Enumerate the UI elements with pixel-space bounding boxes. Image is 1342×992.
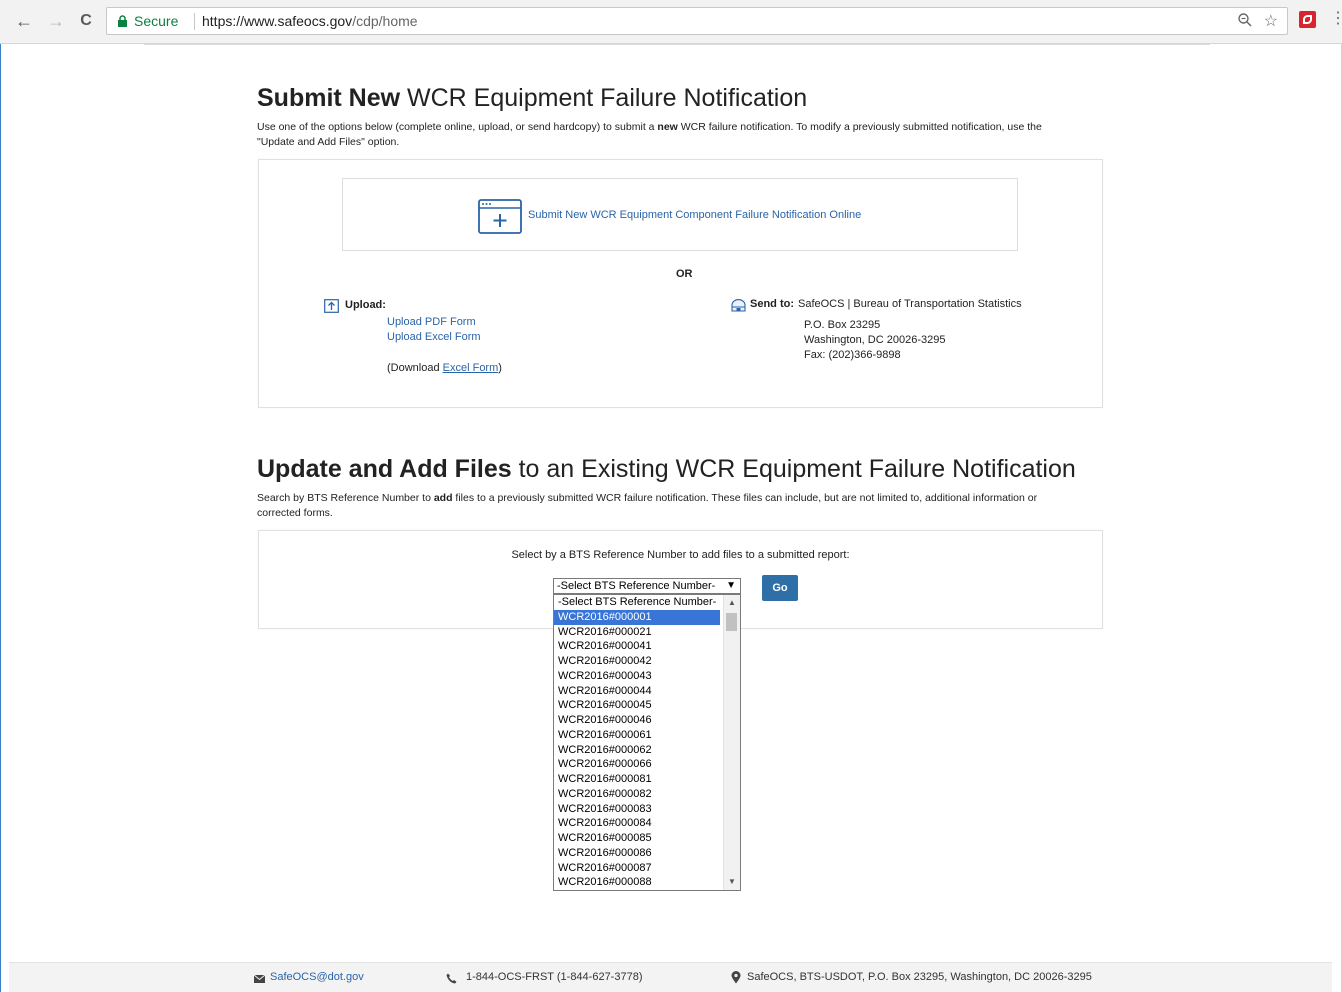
submit-desc-text: Use one of the options below (complete o… (257, 121, 658, 133)
bookmark-star-icon[interactable]: ☆ (1264, 11, 1278, 31)
submit-online-link[interactable]: Submit New WCR Equipment Component Failu… (528, 209, 861, 221)
bts-reference-select[interactable]: -Select BTS Reference Number- ▼ (553, 578, 741, 594)
dropdown-option[interactable]: WCR2016#000083 (554, 802, 720, 817)
submit-title-rest: WCR Equipment Failure Notification (400, 84, 808, 112)
update-desc-text: Search by BTS Reference Number to (257, 492, 434, 504)
dropdown-option[interactable]: WCR2016#000088 (554, 875, 720, 890)
select-prompt: Select by a BTS Reference Number to add … (511, 549, 850, 561)
dropdown-option[interactable]: WCR2016#000081 (554, 772, 720, 787)
select-current-value: -Select BTS Reference Number- (557, 580, 716, 592)
update-section-title: Update and Add Files to an Existing WCR … (257, 455, 1076, 484)
upload-icon (324, 299, 339, 313)
secure-label: Secure (134, 13, 179, 29)
bts-reference-dropdown-list[interactable]: -Select BTS Reference Number- WCR2016#000… (553, 594, 741, 891)
footer-email: SafeOCS@dot.gov (270, 971, 364, 983)
submit-title-bold: Submit New (257, 84, 401, 112)
top-divider (144, 44, 1210, 45)
address-bar[interactable]: Secure https://www.safeocs.gov/cdp/home … (106, 7, 1288, 35)
dropdown-option[interactable]: WCR2016#000087 (554, 861, 720, 876)
or-separator: OR (676, 268, 693, 280)
url-path: /cdp/home (352, 13, 418, 29)
scroll-down-icon[interactable]: ▼ (724, 874, 740, 890)
download-note: (Download Excel Form) (387, 362, 502, 374)
footer-address: SafeOCS, BTS-USDOT, P.O. Box 23295, Wash… (747, 971, 1092, 983)
sendto-organization: SafeOCS | Bureau of Transportation Stati… (798, 298, 1022, 310)
submit-options-panel: Submit New WCR Equipment Component Failu… (258, 159, 1103, 408)
dropdown-option[interactable]: WCR2016#000046 (554, 713, 720, 728)
dropdown-options: -Select BTS Reference Number- WCR2016#000… (554, 595, 740, 890)
lock-icon (118, 15, 127, 27)
mailbox-icon (731, 299, 746, 312)
upload-excel-link[interactable]: Upload Excel Form (387, 331, 481, 343)
go-button[interactable]: Go (762, 575, 798, 601)
browser-toolbar: ← → C Secure https://www.safeocs.gov/cdp… (0, 0, 1342, 44)
submit-section-title: Submit New WCR Equipment Failure Notific… (257, 84, 807, 113)
fax-number: Fax: (202)366-9898 (804, 349, 901, 361)
scroll-up-icon[interactable]: ▲ (724, 595, 740, 611)
url-text[interactable]: https://www.safeocs.gov/cdp/home (202, 13, 418, 29)
update-title-rest: to an Existing WCR Equipment Failure Not… (511, 455, 1076, 483)
map-pin-icon (731, 971, 741, 984)
dropdown-option[interactable]: WCR2016#000084 (554, 816, 720, 831)
url-host: https://www.safeocs.gov (202, 13, 353, 29)
submit-section-description: Use one of the options below (complete o… (257, 120, 1057, 150)
address-line-1: P.O. Box 23295 (804, 319, 881, 331)
new-form-window-icon (478, 199, 522, 234)
upload-label: Upload: (345, 299, 386, 311)
dropdown-option[interactable]: WCR2016#000041 (554, 639, 720, 654)
forward-arrow-icon[interactable]: → (47, 12, 65, 30)
dropdown-placeholder-option[interactable]: -Select BTS Reference Number- (554, 595, 720, 610)
scrollbar-thumb[interactable] (726, 613, 737, 631)
dropdown-option[interactable]: WCR2016#000001 (554, 609, 720, 625)
dropdown-option[interactable]: WCR2016#000043 (554, 669, 720, 684)
omnibox-divider (194, 13, 195, 30)
dropdown-option[interactable]: WCR2016#000045 (554, 698, 720, 713)
update-section-description: Search by BTS Reference Number to add fi… (257, 491, 1077, 521)
dropdown-scrollbar[interactable]: ▲ ▼ (723, 595, 740, 890)
browser-menu-icon[interactable]: ⋮ (1330, 11, 1342, 27)
pdf-extension-icon[interactable] (1299, 11, 1316, 28)
download-note-post: ) (498, 362, 502, 374)
zoom-icon[interactable] (1237, 12, 1253, 28)
download-note-pre: (Download (387, 362, 443, 374)
update-title-bold: Update and Add Files (257, 455, 512, 483)
download-excel-link[interactable]: Excel Form (443, 362, 499, 374)
online-submit-box: Submit New WCR Equipment Component Failu… (342, 178, 1018, 251)
phone-icon (446, 973, 457, 984)
dropdown-option[interactable]: WCR2016#000044 (554, 684, 720, 699)
dropdown-option[interactable]: WCR2016#000066 (554, 757, 720, 772)
page-footer: SafeOCS@dot.gov 1-844-OCS-FRST (1-844-62… (9, 962, 1332, 992)
chevron-down-icon: ▼ (726, 580, 736, 591)
dropdown-option[interactable]: WCR2016#000061 (554, 728, 720, 743)
reload-icon[interactable]: C (77, 12, 95, 30)
dropdown-option[interactable]: WCR2016#000086 (554, 846, 720, 861)
dropdown-option[interactable]: WCR2016#000062 (554, 743, 720, 758)
submit-desc-bold: new (657, 121, 678, 133)
dropdown-option[interactable]: WCR2016#000085 (554, 831, 720, 846)
address-line-2: Washington, DC 20026-3295 (804, 334, 946, 346)
sendto-label: Send to: (750, 298, 794, 310)
update-desc-bold: add (433, 492, 453, 504)
footer-phone: 1-844-OCS-FRST (1-844-627-3778) (466, 971, 643, 983)
dropdown-option[interactable]: WCR2016#000021 (554, 625, 720, 640)
envelope-icon (254, 975, 265, 983)
footer-email-link[interactable]: SafeOCS@dot.gov (270, 971, 364, 983)
dropdown-option[interactable]: WCR2016#000042 (554, 654, 720, 669)
upload-pdf-link[interactable]: Upload PDF Form (387, 316, 476, 328)
back-arrow-icon[interactable]: ← (15, 12, 33, 30)
dropdown-option[interactable]: WCR2016#000082 (554, 787, 720, 802)
